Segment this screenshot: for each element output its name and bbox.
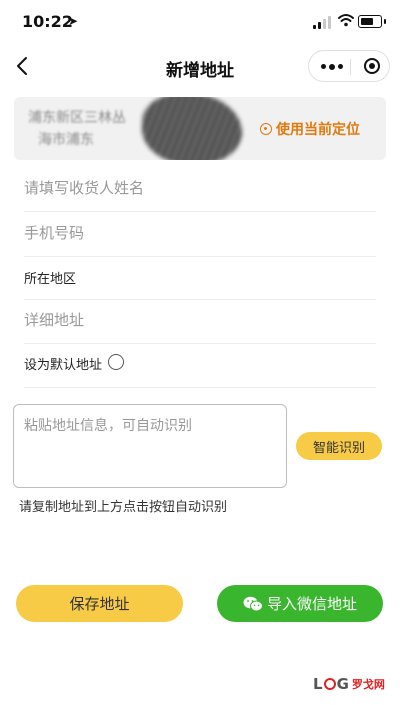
location-arrow-icon: ➤ — [68, 14, 79, 28]
status-bar: 10:22 ➤ — [0, 0, 400, 44]
smart-recognize-button[interactable]: 智能识别 — [296, 432, 382, 460]
import-wechat-label: 导入微信地址 — [266, 595, 357, 613]
blurred-address: 浦东新区三林丛 海市浦东 — [28, 107, 126, 151]
watermark-l: L — [313, 675, 323, 693]
nav-bar: 新增地址 — [0, 44, 400, 90]
wechat-icon — [243, 596, 263, 611]
watermark-cn: 罗戈网 — [351, 678, 385, 691]
default-address-row: 设为默认地址 — [24, 354, 376, 388]
location-card: 浦东新区三林丛 海市浦东 使用当前定位 — [14, 97, 386, 160]
region-label: 所在地区 — [24, 272, 77, 287]
capsule-divider — [350, 59, 351, 75]
name-row — [24, 178, 376, 212]
cellular-signal-icon — [313, 15, 333, 29]
use-location-label: 使用当前定位 — [276, 122, 360, 138]
logistics-watermark-logo: L G 罗戈网 — [313, 675, 385, 693]
locate-icon — [260, 123, 272, 135]
close-miniprogram-icon[interactable] — [364, 58, 380, 74]
more-dots-icon[interactable] — [321, 63, 343, 70]
watermark-g: G — [336, 675, 349, 693]
paste-address-textarea[interactable] — [24, 415, 274, 475]
phone-input[interactable] — [24, 224, 364, 242]
recipient-name-input[interactable] — [24, 179, 364, 197]
default-address-label: 设为默认地址 — [24, 358, 103, 373]
blurred-address-line1: 浦东新区三林丛 — [28, 110, 126, 126]
detail-row — [24, 310, 376, 344]
watermark-ring-icon — [323, 678, 336, 690]
paste-hint: 请复制地址到上方点击按钮自动识别 — [19, 500, 228, 515]
paste-address-box — [13, 404, 287, 488]
blurred-address-line2: 海市浦东 — [38, 132, 94, 148]
save-address-button[interactable]: 保存地址 — [16, 585, 183, 622]
miniprogram-capsule — [308, 50, 390, 82]
default-address-radio[interactable] — [108, 354, 125, 370]
battery-icon — [358, 15, 386, 28]
import-wechat-address-button[interactable]: 导入微信地址 — [217, 585, 383, 622]
detail-address-input[interactable] — [24, 311, 364, 329]
phone-row — [24, 223, 376, 257]
status-time: 10:22 — [22, 12, 73, 31]
use-current-location-button[interactable]: 使用当前定位 — [260, 119, 360, 139]
add-address-page: 10:22 ➤ 新增地址 浦东新区三林丛 海市浦东 使用当前定位 请填写收货人姓… — [0, 0, 400, 705]
redaction-scribble — [142, 97, 242, 160]
region-selector[interactable]: 所在地区 — [24, 268, 376, 300]
wifi-icon — [338, 14, 354, 27]
